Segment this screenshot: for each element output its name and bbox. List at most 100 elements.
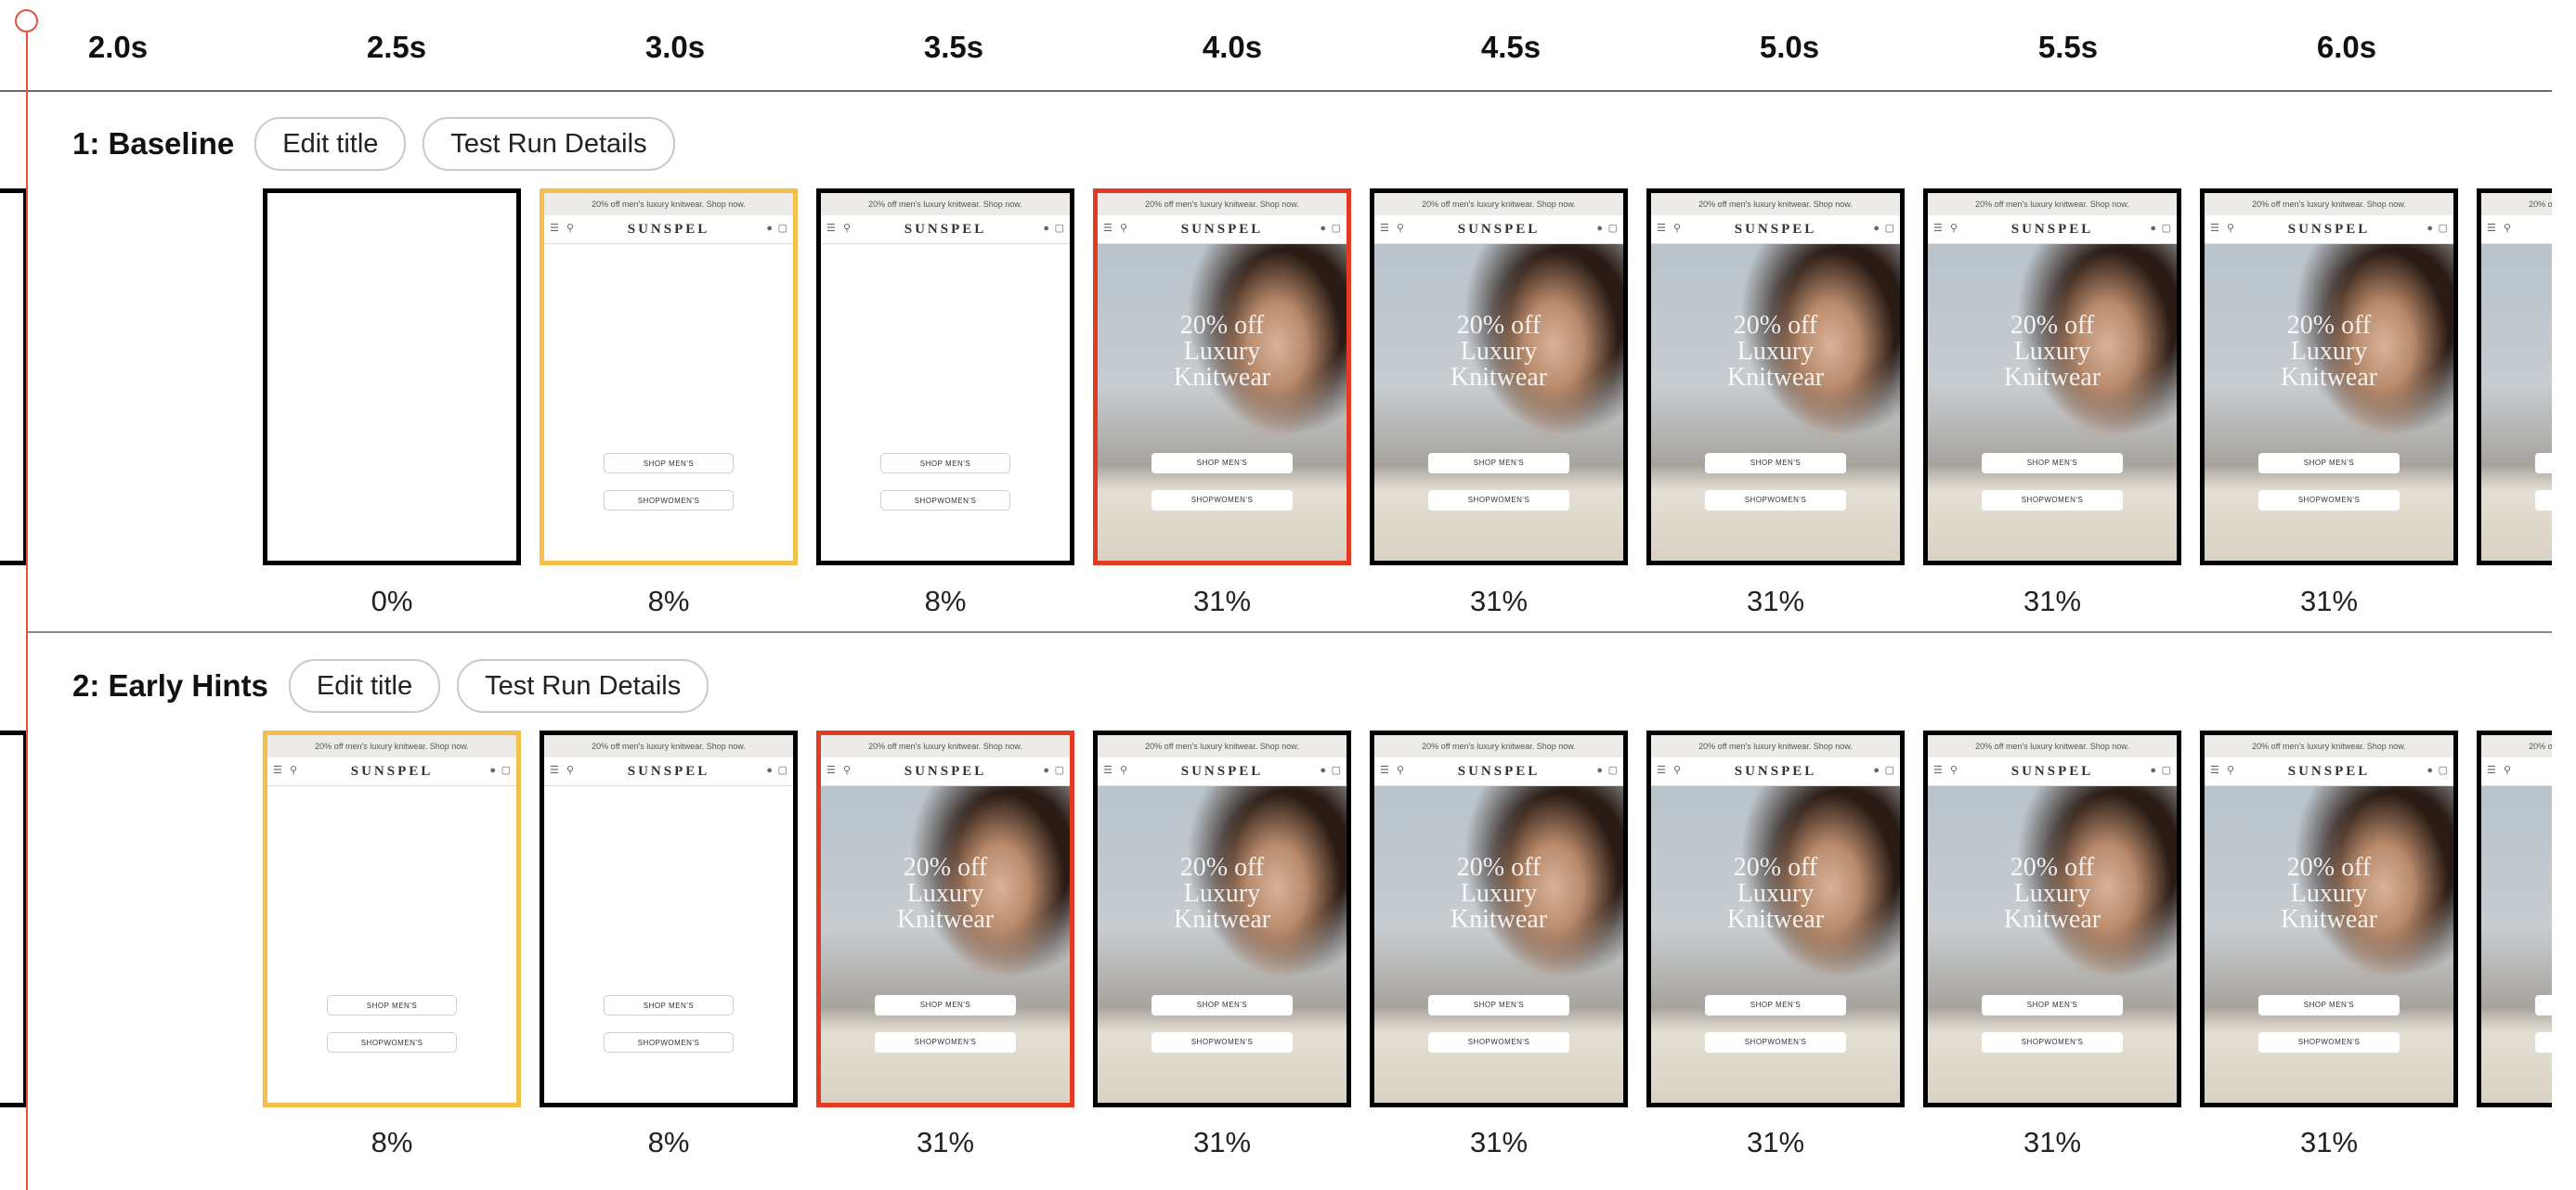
playhead-line — [26, 28, 28, 1190]
shop-womens-button: SHOPWOMEN'S — [1428, 1032, 1569, 1053]
page-thumbnail: 20% offLuxuryKnitwear20% off men's luxur… — [1928, 193, 2177, 561]
visual-progress-label: 8% — [647, 585, 690, 617]
filmstrip-frame[interactable]: 20% offLuxuryKnitwear20% off men's luxur… — [816, 188, 1074, 565]
shop-womens-button: SHOPWOMEN'S — [875, 1032, 1016, 1053]
edit-title-button[interactable]: Edit title — [254, 117, 407, 171]
filmstrip-frame[interactable]: 20% offLuxuryKnitwear20% off men's luxur… — [1923, 731, 2181, 1107]
test-run-details-button[interactable]: Test Run Details — [457, 659, 709, 713]
filmstrip-frame[interactable]: 20% offLuxuryKnitwear20% off men's luxur… — [816, 731, 1074, 1107]
filmstrip-frame[interactable]: 20% offLuxuryKnitwear20% off men's luxur… — [0, 188, 28, 565]
shop-womens-button: SHOPWOMEN'S — [1705, 490, 1846, 511]
shop-mens-button: SHOP MEN'S — [1982, 995, 2123, 1015]
bag-icon: ▢ — [2161, 223, 2171, 234]
filmstrip-frame[interactable]: 20% offLuxuryKnitwear20% off men's luxur… — [2477, 731, 2552, 1107]
hero-image: 20% offLuxuryKnitwear — [821, 786, 1070, 1103]
promo-banner: 20% off men's luxury knitwear. Shop now. — [1651, 735, 1900, 757]
shop-mens-button: SHOP MEN'S — [1705, 995, 1846, 1015]
visual-progress-label: 0% — [371, 585, 413, 617]
filmstrip-frame[interactable]: 20% offLuxuryKnitwear20% off men's luxur… — [1370, 731, 1628, 1107]
filmstrip-frame[interactable]: 20% offLuxuryKnitwear20% off men's luxur… — [1646, 188, 1905, 565]
shop-womens-button: SHOPWOMEN'S — [1428, 490, 1569, 511]
shop-mens-button: SHOP MEN'S — [1428, 995, 1569, 1015]
hero-image: 20% offLuxuryKnitwear — [1928, 786, 2177, 1103]
bag-icon: ▢ — [1884, 223, 1894, 234]
account-icon: ● — [1596, 765, 1603, 776]
visual-progress-label: 31% — [1192, 585, 1252, 617]
visual-progress-label: 31% — [1469, 585, 1529, 617]
promo-banner: 20% off men's luxury knitwear. Shop now. — [1374, 193, 1623, 215]
bag-icon: ▢ — [1884, 765, 1894, 776]
shop-womens-button: SHOPWOMEN'S — [880, 490, 1010, 511]
site-logo: SUNSPEL — [904, 222, 987, 237]
hero-headline: 20% offLuxuryKnitwear — [2280, 311, 2378, 392]
promo-banner: 20% off men's luxury knitwear. Shop now. — [821, 193, 1070, 215]
visual-progress-label: 31% — [916, 1126, 975, 1158]
timeline-tick: 6.0s — [2316, 30, 2377, 64]
site-header: ☰⚲SUNSPEL●▢ — [544, 215, 793, 244]
shop-mens-button: SHOP MEN'S — [2258, 995, 2400, 1015]
shop-mens-button: SHOP MEN'S — [875, 995, 1016, 1015]
filmstrip-frame[interactable]: 20% offLuxuryKnitwear20% off men's luxur… — [1093, 188, 1351, 565]
shop-mens-button: SHOP MEN'S — [880, 453, 1010, 473]
account-icon: ● — [2150, 223, 2156, 234]
promo-banner: 20% off men's luxury knitwear. Shop now. — [2481, 735, 2552, 757]
site-header: ☰⚲SUNSPEL●▢ — [1651, 215, 1900, 244]
visual-progress-label: 31% — [2023, 585, 2082, 617]
hero-headline: 20% offLuxuryKnitwear — [2003, 311, 2101, 392]
filmstrip-frame[interactable]: 20% offLuxuryKnitwear20% off men's luxur… — [263, 188, 521, 565]
shop-womens-button: SHOPWOMEN'S — [1151, 490, 1293, 511]
bag-icon: ▢ — [2161, 765, 2171, 776]
filmstrip-frame[interactable]: 20% offLuxuryKnitwear20% off men's luxur… — [0, 731, 28, 1107]
page-thumbnail: 20% offLuxuryKnitwear20% off men's luxur… — [267, 735, 516, 1103]
visual-progress-label: 31% — [1469, 1126, 1529, 1158]
hero-image: 20% offLuxuryKnitwear — [1098, 786, 1347, 1103]
bag-icon: ▢ — [2438, 223, 2448, 234]
site-logo: SUNSPEL — [1180, 222, 1264, 237]
shop-womens-button: SHOPWOMEN'S — [604, 1032, 734, 1053]
shop-mens-button: SHOP MEN'S — [1151, 995, 1293, 1015]
hero-image: 20% offLuxuryKnitwear — [1651, 244, 1900, 561]
playhead-handle[interactable] — [15, 9, 38, 32]
shop-womens-button: SHOPWOMEN'S — [2258, 1032, 2400, 1053]
hero-image: 20% offLuxuryKnitwear — [1098, 244, 1347, 561]
promo-banner: 20% off men's luxury knitwear. Shop now. — [544, 735, 793, 757]
bag-icon: ▢ — [777, 765, 787, 776]
timeline-tick: 3.5s — [923, 30, 984, 64]
account-icon: ● — [1873, 765, 1880, 776]
filmstrip-frame[interactable]: 20% offLuxuryKnitwear20% off men's luxur… — [540, 188, 798, 565]
filmstrip-frame[interactable]: 20% offLuxuryKnitwear20% off men's luxur… — [263, 731, 521, 1107]
hero-headline: 20% offLuxuryKnitwear — [2280, 853, 2378, 934]
account-icon: ● — [2426, 765, 2433, 776]
filmstrip-frame[interactable]: 20% offLuxuryKnitwear20% off men's luxur… — [1370, 188, 1628, 565]
hero-image: 20% offLuxuryKnitwear — [1928, 244, 2177, 561]
edit-title-button[interactable]: Edit title — [288, 659, 441, 713]
site-logo: SUNSPEL — [350, 764, 434, 779]
visual-progress-label: 31% — [1746, 1126, 1805, 1158]
test-run-details-button[interactable]: Test Run Details — [423, 117, 675, 171]
shop-womens-button: SHOPWOMEN'S — [2535, 1032, 2552, 1053]
filmstrip-frame[interactable]: 20% offLuxuryKnitwear20% off men's luxur… — [1923, 188, 2181, 565]
bag-icon: ▢ — [1331, 765, 1341, 776]
filmstrip-frame[interactable]: 20% offLuxuryKnitwear20% off men's luxur… — [540, 731, 798, 1107]
hero-headline: 20% offLuxuryKnitwear — [1726, 311, 1825, 392]
vertical-scrollbar[interactable] — [2552, 0, 2576, 1190]
filmstrip-frame[interactable]: 20% offLuxuryKnitwear 20% off men's luxur… — [2200, 188, 2458, 565]
site-logo: SUNSPEL — [1457, 222, 1541, 237]
hero-image: 20% offLuxuryKnitwear — [2205, 786, 2453, 1103]
filmstrip-frame[interactable]: 20% offLuxuryKnitwear20% off men's luxur… — [2200, 731, 2458, 1107]
timeline-tick: 4.0s — [1202, 30, 1263, 64]
filmstrip-frame[interactable]: 20% offLuxuryKnitwear 20% off men's luxur… — [1646, 731, 1905, 1107]
shop-mens-button: SHOP MEN'S — [2535, 453, 2552, 473]
site-header: ☰⚲SUNSPEL●▢ — [2205, 215, 2453, 244]
shop-mens-button: SHOP MEN'S — [2535, 995, 2552, 1015]
account-icon: ● — [2426, 223, 2433, 234]
promo-banner: 20% off men's luxury knitwear. Shop now. — [2205, 193, 2453, 215]
test-run-title: 1: Baseline — [72, 126, 235, 161]
filmstrip-frame[interactable]: 20% offLuxuryKnitwear20% off men's luxur… — [2477, 188, 2552, 565]
promo-banner: 20% off men's luxury knitwear. Shop now. — [1374, 735, 1623, 757]
promo-banner: 20% off men's luxury knitwear. Shop now. — [1098, 735, 1347, 757]
filmstrip-frame[interactable]: 20% offLuxuryKnitwear 20% off men's luxur… — [1093, 731, 1351, 1107]
site-header: ☰⚲SUNSPEL●▢ — [1098, 757, 1347, 786]
hero-image: 20% offLuxuryKnitwear — [1651, 786, 1900, 1103]
bag-icon: ▢ — [1331, 223, 1341, 234]
